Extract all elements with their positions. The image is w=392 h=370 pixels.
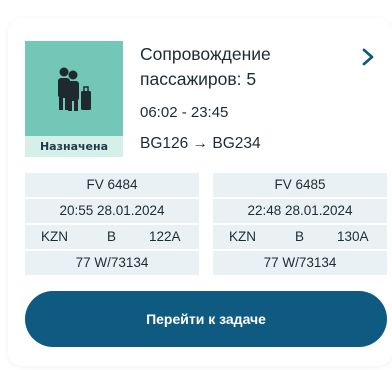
flight-datetime: 20:55 28.01.2024 — [25, 199, 199, 223]
go-to-task-button[interactable]: Перейти к задаче — [25, 291, 387, 347]
flight-number: FV 6484 — [25, 173, 199, 197]
flight-number: FV 6485 — [213, 173, 387, 197]
task-title: Сопровождение пассажиров: 5 — [140, 44, 271, 89]
flight-airport: KZN — [229, 229, 256, 244]
flight-card-2: FV 6485 22:48 28.01.2024 KZN B 130A 77 W… — [213, 173, 387, 277]
flight-gate: 122A — [149, 229, 181, 244]
chevron-right-icon[interactable] — [358, 47, 378, 67]
flight-location-row: KZN B 130A — [213, 225, 387, 249]
task-card: Назначена Сопровождение пассажиров: 5 06… — [0, 0, 392, 370]
flight-location-row: KZN B 122A — [25, 225, 199, 249]
flight-terminal: B — [107, 229, 117, 244]
status-badge: Назначена — [25, 136, 123, 157]
passengers-icon — [58, 67, 91, 111]
task-time: 06:02 - 23:45 — [140, 104, 229, 121]
task-route: BG126 → BG234 — [140, 135, 261, 152]
flight-aircraft: 77 W/73134 — [25, 251, 199, 275]
status-tile: Назначена — [25, 41, 123, 157]
flight-gate: 130A — [337, 229, 369, 244]
flight-datetime: 22:48 28.01.2024 — [213, 199, 387, 223]
flight-terminal: B — [295, 229, 305, 244]
status-icon-area — [25, 41, 123, 136]
flight-card-1: FV 6484 20:55 28.01.2024 KZN B 122A 77 W… — [25, 173, 199, 277]
flight-aircraft: 77 W/73134 — [213, 251, 387, 275]
flight-airport: KZN — [41, 229, 68, 244]
